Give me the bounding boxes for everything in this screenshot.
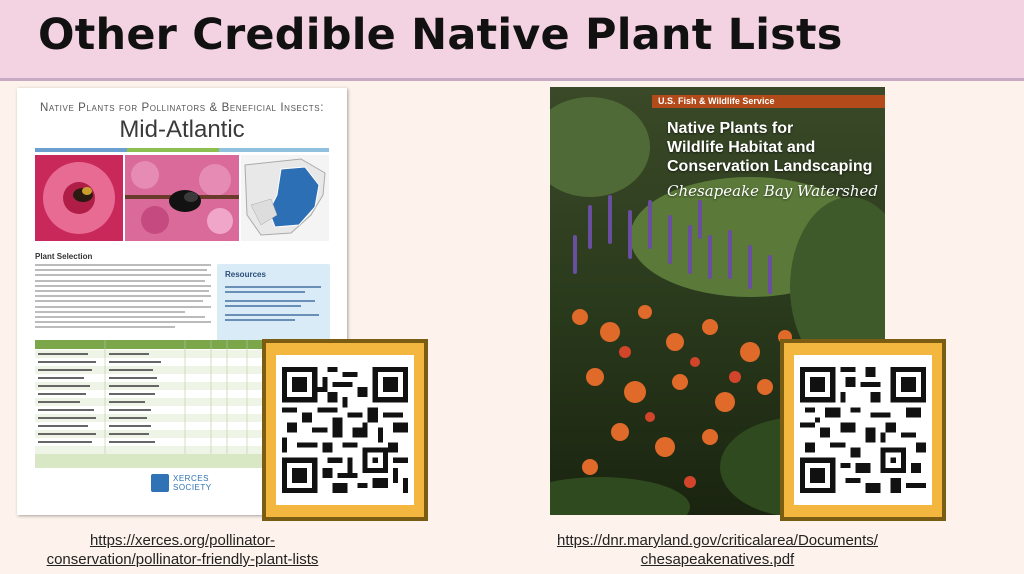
slide-title: Other Credible Native Plant Lists — [38, 10, 843, 60]
xerces-link[interactable]: https://xerces.org/pollinator- conservat… — [10, 531, 355, 569]
color-band — [127, 148, 219, 152]
resources-box: Resources — [217, 264, 330, 342]
xerces-logo-icon — [151, 474, 169, 492]
title-bar: Other Credible Native Plant Lists — [0, 0, 1024, 81]
xerces-logo: XERCES SOCIETY — [151, 472, 217, 512]
maryland-dnr-link[interactable]: https://dnr.maryland.gov/criticalarea/Do… — [525, 531, 910, 569]
qr-code-left — [262, 339, 428, 521]
color-band — [219, 148, 329, 152]
doc-region: Mid-Atlantic — [119, 116, 245, 143]
flower-photo-1 — [35, 155, 123, 241]
qr-code-icon — [282, 367, 408, 493]
qr-code-right — [780, 339, 946, 521]
color-band — [35, 148, 127, 152]
resources-heading: Resources — [225, 270, 266, 279]
book-title: Native Plants for Wildlife Habitat and C… — [667, 120, 873, 175]
body-text-lines — [35, 264, 213, 331]
agency-bar: U.S. Fish & Wildlife Service — [652, 95, 885, 108]
region-map — [241, 155, 329, 241]
doc-heading: Native Plants for Pollinators & Benefici… — [39, 102, 325, 114]
book-subtitle: Chesapeake Bay Watershed — [667, 182, 878, 200]
section-heading: Plant Selection — [35, 252, 93, 261]
flower-photo-2 — [125, 155, 239, 241]
logo-text: XERCES SOCIETY — [173, 474, 212, 492]
qr-code-icon — [800, 367, 926, 493]
agency-name: U.S. Fish & Wildlife Service — [658, 96, 775, 106]
